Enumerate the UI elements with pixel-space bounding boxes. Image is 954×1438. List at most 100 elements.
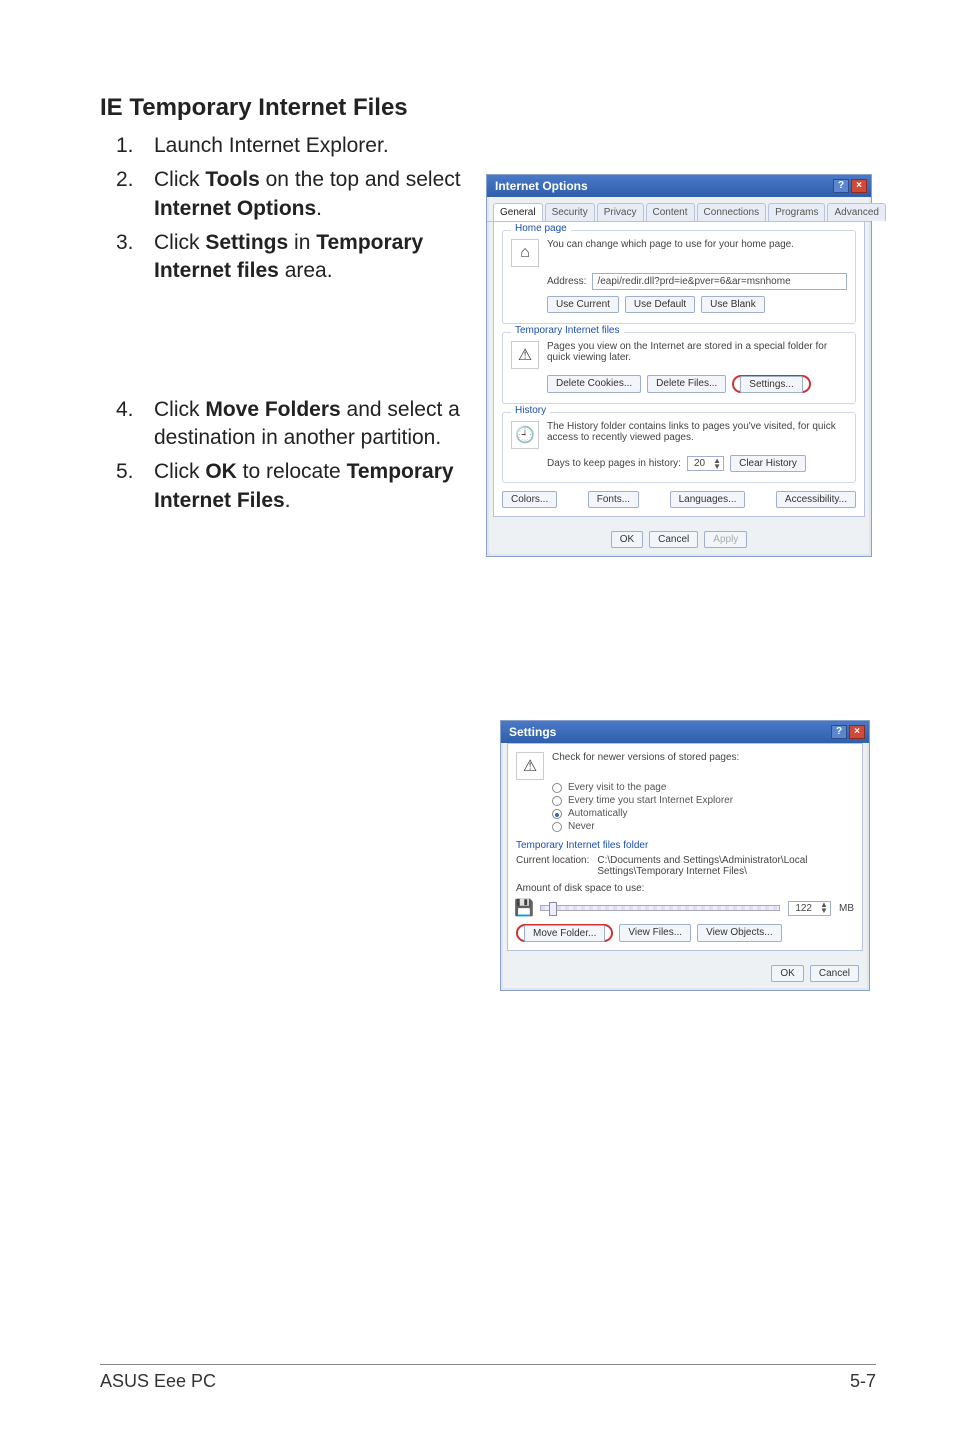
step-number: 4. bbox=[116, 396, 136, 453]
move-folder-button[interactable]: Move Folder... bbox=[524, 925, 605, 942]
clear-history-button[interactable]: Clear History bbox=[730, 455, 806, 472]
radio-every-visit[interactable]: Every visit to the page bbox=[552, 782, 854, 793]
days-value: 20 bbox=[688, 457, 711, 470]
instruction-list-b: 4. Click Move Folders and select a desti… bbox=[100, 396, 470, 515]
amount-spinner[interactable]: 122 ▲▼ bbox=[788, 901, 831, 916]
ok-button[interactable]: OK bbox=[611, 531, 643, 548]
t: Tools bbox=[205, 168, 259, 191]
radio-label: Never bbox=[568, 821, 595, 832]
step-text: Click Tools on the top and select Intern… bbox=[154, 166, 470, 223]
titlebar: Internet Options ? × bbox=[487, 175, 871, 197]
amount-unit: MB bbox=[839, 903, 854, 914]
section-heading: IE Temporary Internet Files bbox=[100, 94, 876, 122]
highlight-circle: Move Folder... bbox=[516, 924, 613, 942]
address-label: Address: bbox=[547, 276, 586, 287]
step-text: Launch Internet Explorer. bbox=[154, 132, 389, 160]
folder-section-title: Temporary Internet files folder bbox=[516, 840, 854, 851]
dialog-title: Internet Options bbox=[495, 179, 588, 193]
group-title: History bbox=[511, 405, 550, 416]
radio-every-start[interactable]: Every time you start Internet Explorer bbox=[552, 795, 854, 806]
highlight-circle: Settings... bbox=[732, 375, 810, 393]
group-title: Home page bbox=[511, 223, 571, 234]
history-group: History 🕘 The History folder contains li… bbox=[502, 412, 856, 483]
t: . bbox=[285, 489, 291, 512]
dialog-title: Settings bbox=[509, 725, 556, 739]
radio-label: Every visit to the page bbox=[568, 782, 666, 793]
group-title: Temporary Internet files bbox=[511, 325, 624, 336]
internet-options-dialog: Internet Options ? × General Security Pr… bbox=[486, 174, 872, 557]
instruction-list-a: 1. Launch Internet Explorer. 2. Click To… bbox=[100, 132, 470, 286]
days-spinner[interactable]: 20 ▲▼ bbox=[687, 456, 724, 471]
days-label: Days to keep pages in history: bbox=[547, 458, 681, 469]
help-button[interactable]: ? bbox=[831, 725, 847, 739]
t: . bbox=[316, 197, 322, 220]
settings-button[interactable]: Settings... bbox=[740, 376, 802, 393]
ok-button[interactable]: OK bbox=[771, 965, 803, 982]
help-button[interactable]: ? bbox=[833, 179, 849, 193]
check-label: Check for newer versions of stored pages… bbox=[552, 752, 854, 763]
cancel-button[interactable]: Cancel bbox=[649, 531, 698, 548]
settings-dialog: Settings ? × ⚠ Check for newer versions … bbox=[500, 720, 870, 991]
list-item: 2. Click Tools on the top and select Int… bbox=[116, 166, 470, 223]
footer-right: 5-7 bbox=[850, 1371, 876, 1392]
location-label: Current location: bbox=[516, 855, 589, 877]
amount-label: Amount of disk space to use: bbox=[516, 883, 854, 894]
slider-thumb[interactable] bbox=[549, 902, 557, 916]
use-current-button[interactable]: Use Current bbox=[547, 296, 619, 313]
t: Click bbox=[154, 398, 205, 421]
tab-advanced[interactable]: Advanced bbox=[827, 203, 885, 221]
cancel-button[interactable]: Cancel bbox=[810, 965, 859, 982]
tab-strip: General Security Privacy Content Connect… bbox=[487, 197, 871, 222]
location-value: C:\Documents and Settings\Administrator\… bbox=[597, 855, 854, 877]
t: Move Folders bbox=[205, 398, 340, 421]
use-blank-button[interactable]: Use Blank bbox=[701, 296, 765, 313]
group-desc: Pages you view on the Internet are store… bbox=[547, 341, 847, 363]
t: on the top and select bbox=[260, 168, 461, 191]
warning-icon: ⚠ bbox=[511, 341, 539, 369]
t: in bbox=[288, 231, 316, 254]
amount-value: 122 bbox=[789, 902, 818, 915]
step-text: Click Settings in Temporary Internet fil… bbox=[154, 229, 470, 286]
tab-security[interactable]: Security bbox=[545, 203, 595, 221]
view-objects-button[interactable]: View Objects... bbox=[697, 924, 782, 942]
tab-general[interactable]: General bbox=[493, 203, 543, 221]
radio-label: Automatically bbox=[568, 808, 627, 819]
close-button[interactable]: × bbox=[851, 179, 867, 193]
accessibility-button[interactable]: Accessibility... bbox=[776, 491, 856, 508]
view-files-button[interactable]: View Files... bbox=[619, 924, 691, 942]
footer-left: ASUS Eee PC bbox=[100, 1371, 216, 1392]
tab-programs[interactable]: Programs bbox=[768, 203, 825, 221]
address-input[interactable]: /eapi/redir.dll?prd=ie&pver=6&ar=msnhome bbox=[592, 273, 847, 290]
delete-cookies-button[interactable]: Delete Cookies... bbox=[547, 375, 641, 393]
radio-never[interactable]: Never bbox=[552, 821, 854, 832]
delete-files-button[interactable]: Delete Files... bbox=[647, 375, 726, 393]
tab-content[interactable]: Content bbox=[646, 203, 695, 221]
spinner-arrows-icon[interactable]: ▲▼ bbox=[818, 902, 830, 914]
t: area. bbox=[279, 259, 333, 282]
step-number: 2. bbox=[116, 166, 136, 223]
list-item: 5. Click OK to relocate Temporary Intern… bbox=[116, 458, 470, 515]
t: Click bbox=[154, 168, 205, 191]
spinner-arrows-icon[interactable]: ▲▼ bbox=[711, 458, 723, 470]
tab-privacy[interactable]: Privacy bbox=[597, 203, 644, 221]
home-page-group: Home page ⌂ You can change which page to… bbox=[502, 230, 856, 324]
home-icon: ⌂ bbox=[511, 239, 539, 267]
list-item: 4. Click Move Folders and select a desti… bbox=[116, 396, 470, 453]
close-button[interactable]: × bbox=[849, 725, 865, 739]
step-number: 3. bbox=[116, 229, 136, 286]
use-default-button[interactable]: Use Default bbox=[625, 296, 695, 313]
group-desc: The History folder contains links to pag… bbox=[547, 421, 847, 443]
fonts-button[interactable]: Fonts... bbox=[588, 491, 639, 508]
group-desc: You can change which page to use for you… bbox=[547, 239, 847, 250]
apply-button[interactable]: Apply bbox=[704, 531, 747, 548]
languages-button[interactable]: Languages... bbox=[670, 491, 746, 508]
t: Click bbox=[154, 460, 205, 483]
titlebar: Settings ? × bbox=[501, 721, 869, 743]
disk-slider[interactable] bbox=[540, 905, 780, 911]
step-number: 5. bbox=[116, 458, 136, 515]
radio-automatically[interactable]: Automatically bbox=[552, 808, 854, 819]
colors-button[interactable]: Colors... bbox=[502, 491, 557, 508]
page-footer: ASUS Eee PC 5-7 bbox=[0, 1364, 954, 1392]
list-item: 3. Click Settings in Temporary Internet … bbox=[116, 229, 470, 286]
tab-connections[interactable]: Connections bbox=[697, 203, 767, 221]
